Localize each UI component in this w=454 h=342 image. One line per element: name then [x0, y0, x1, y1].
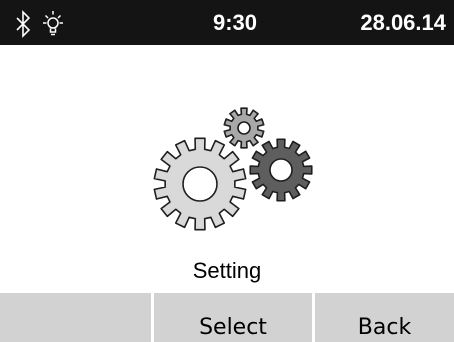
settings-gears-icon — [153, 107, 313, 231]
gear-medium-hole — [269, 158, 293, 182]
light-bulb-icon — [43, 11, 63, 36]
select-softkey[interactable]: Select — [154, 293, 312, 342]
bluetooth-icon — [16, 10, 31, 38]
large-gear-icon — [153, 137, 247, 231]
date-display: 28.06.14 — [360, 10, 446, 35]
clock-time: 9:30 — [212, 10, 258, 35]
medium-gear-icon — [249, 138, 313, 202]
back-softkey[interactable]: Back — [315, 293, 454, 342]
left-softkey[interactable] — [0, 293, 151, 342]
status-icons — [16, 10, 63, 38]
status-bar: 9:30 28.06.14 — [0, 0, 454, 45]
gear-large-hole — [182, 166, 218, 202]
gear-small-hole — [237, 121, 251, 135]
softkey-bar: Select Back — [0, 293, 454, 342]
screen-title: Setting — [192, 258, 262, 283]
small-gear-icon — [223, 107, 265, 149]
